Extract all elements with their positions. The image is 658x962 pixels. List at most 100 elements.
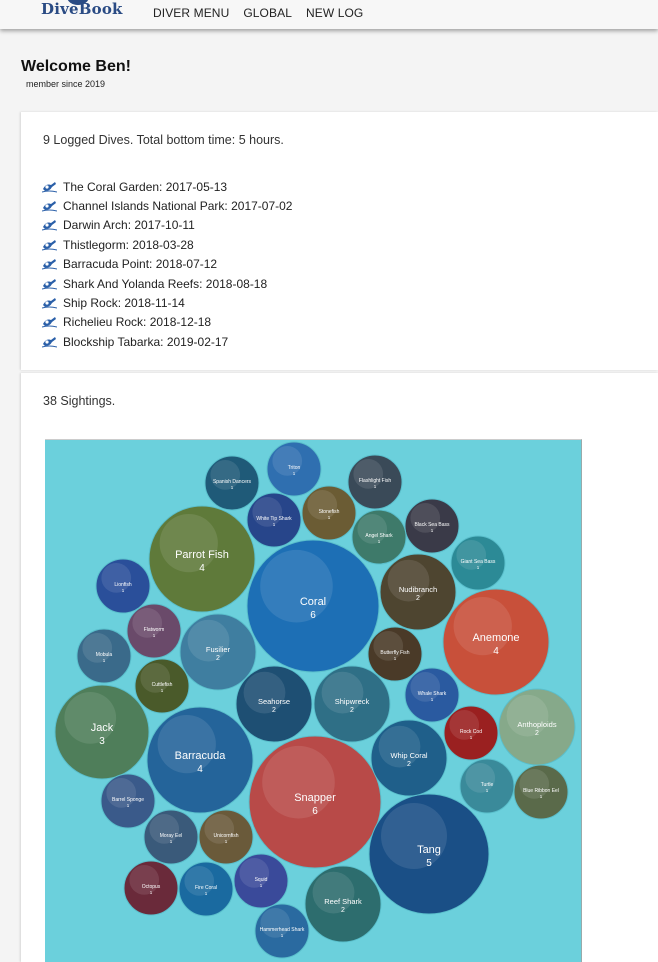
bubble-whale-shark[interactable]: Whale Shark1 — [404, 667, 460, 723]
bubble-count: 2 — [341, 907, 345, 914]
bubble-moray-eel[interactable]: Moray Eel1 — [143, 809, 199, 865]
bubble-spanish-dancers[interactable]: Spanish Dancers1 — [204, 455, 260, 511]
bubble-highlight — [210, 460, 241, 490]
bubble-octopus[interactable]: Octopus1 — [123, 860, 179, 916]
bubble-highlight — [101, 563, 132, 593]
bubble-highlight — [307, 490, 338, 520]
diver-icon — [42, 259, 57, 270]
bubble-unicornfish[interactable]: Unicornfish1 — [198, 809, 254, 865]
bubble-blue-ribbon-eel[interactable]: Blue Ribbon Eel1 — [513, 764, 569, 820]
bubble-reef-shark[interactable]: Reef Shark2 — [304, 865, 382, 943]
bubble-label: Reef Shark — [324, 897, 362, 906]
bubble-tang[interactable]: Tang 5 — [368, 793, 490, 915]
dive-list: The Coral Garden: 2017-05-13 Channel Isla… — [42, 177, 292, 352]
bubble-highlight — [410, 503, 441, 533]
bubble-angel-shark[interactable]: Angel Shark1 — [351, 509, 407, 565]
bubble-seahorse[interactable]: Seahorse2 — [235, 665, 313, 743]
bubble-highlight — [312, 871, 355, 914]
bubble-cuttlefish[interactable]: Cuttlefish1 — [134, 658, 190, 714]
bubble-highlight — [272, 446, 303, 476]
bubble-highlight — [410, 672, 441, 702]
bubble-chart-svg: Coral6 Snapper6Tang5 Parrot Fish4 Barracuda… — [54, 441, 576, 959]
page-title: Welcome Ben! — [21, 58, 131, 75]
bubble-highlight — [82, 633, 113, 663]
diver-icon — [42, 278, 57, 290]
bubble-label: Nudibranch — [399, 585, 437, 594]
bubble-butterfly-fish[interactable]: Butterfly Fish1 — [367, 626, 423, 682]
bubble-highlight — [157, 714, 216, 774]
bubble-triton[interactable]: Triton1 — [266, 441, 322, 497]
nav-new-log[interactable]: NEW LOG — [306, 6, 363, 20]
bubble-coral[interactable]: Coral 6 — [246, 539, 380, 673]
divebook-logo[interactable]: DiveBook — [41, 0, 123, 20]
bubble-shipwreck[interactable]: Shipwreck2 — [313, 665, 391, 743]
diver-icon — [42, 181, 57, 193]
bubble-highlight — [353, 459, 384, 489]
bubble-black-sea-bass[interactable]: Black Sea Bass1 — [404, 498, 460, 554]
dive-list-item[interactable]: Darwin Arch: 2017-10-11 — [42, 216, 292, 235]
dive-list-item[interactable]: Thistlegorm: 2018-03-28 — [42, 235, 292, 254]
dive-list-item[interactable]: Blockship Tabarka: 2019-02-17 — [42, 332, 292, 351]
bubble-highlight — [378, 725, 421, 768]
bubble-highlight — [252, 497, 283, 527]
bubble-highlight — [260, 908, 291, 938]
dive-list-item[interactable]: The Coral Garden: 2017-05-13 — [42, 177, 292, 196]
bubble-white-tip-shark[interactable]: White Tip Shark1 — [246, 492, 302, 548]
bubble-barrel-sponge[interactable]: Barrel Sponge1 — [100, 773, 156, 829]
dive-list-label: Shark And Yolanda Reefs: 2018-08-18 — [63, 276, 268, 291]
sightings-bubble-chart: Coral 6 Snapper 6 Tang 5 Parrot Fish 4 Barracuda… — [45, 439, 582, 962]
bubble-highlight — [184, 866, 215, 896]
bubble-stonefish[interactable]: Stonefish1 — [301, 485, 357, 541]
bubble-flatworm[interactable]: Flatworm1 — [126, 603, 182, 659]
bubble-highlight — [159, 513, 218, 573]
main-nav: DIVER MENU GLOBAL NEW LOG — [153, 6, 363, 20]
bubble-count: 2 — [216, 655, 220, 662]
bubble-highlight — [239, 858, 270, 888]
diver-icon — [42, 336, 57, 348]
bubble-lionfish[interactable]: Lionfish1 — [95, 558, 151, 614]
bubble-highlight — [187, 619, 230, 662]
bubble-anemone[interactable]: Anemone 4 — [442, 588, 550, 696]
bubble-label: Shipwreck — [335, 697, 370, 706]
bubble-squid[interactable]: Squid1 — [233, 853, 289, 909]
bubble-flashlight-fish[interactable]: Flashlight Fish1 — [347, 454, 403, 510]
nav-global[interactable]: GLOBAL — [243, 6, 292, 20]
bubble-count: 3 — [99, 736, 105, 747]
bubble-highlight — [387, 559, 430, 602]
bubble-highlight — [465, 763, 496, 793]
bubble-label: Anthoploids — [517, 720, 556, 729]
dive-list-item[interactable]: Shark And Yolanda Reefs: 2018-08-18 — [42, 274, 292, 293]
bubble-hammerhead-shark[interactable]: Hammerhead Shark1 — [254, 903, 310, 959]
bubble-turtle[interactable]: Turtle1 — [459, 758, 515, 814]
diver-icon — [42, 201, 57, 212]
bubble-anthoploids[interactable]: Anthoploids2 — [498, 688, 576, 766]
bubble-mobula[interactable]: Mobula1 — [76, 628, 132, 684]
sightings-summary: 38 Sightings. — [43, 394, 116, 408]
dive-list-item[interactable]: Richelieu Rock: 2018-12-18 — [42, 313, 292, 332]
dive-list-item[interactable]: Barracuda Point: 2018-07-12 — [42, 255, 292, 274]
bubble-count: 4 — [199, 563, 205, 574]
bubble-highlight — [456, 540, 487, 570]
bubble-highlight — [106, 778, 137, 808]
dive-list-item[interactable]: Channel Islands National Park: 2017-07-0… — [42, 196, 292, 215]
bubble-label: Snapper — [294, 792, 336, 804]
bubble-highlight — [149, 814, 180, 844]
bubble-label: Whip Coral — [390, 751, 427, 760]
dive-list-item[interactable]: Ship Rock: 2018-11-14 — [42, 293, 292, 312]
bubble-highlight — [449, 710, 480, 740]
bubble-highlight — [453, 596, 512, 656]
bubble-fire-coral[interactable]: Fire Coral1 — [178, 861, 234, 917]
bubble-whip-coral[interactable]: Whip Coral2 — [370, 719, 448, 797]
bubble-count: 2 — [535, 730, 539, 737]
bubble-nudibranch[interactable]: Nudibranch2 — [379, 553, 457, 631]
bubble-snapper[interactable]: Snapper 6 — [248, 735, 382, 869]
bubble-jack[interactable]: Jack 3 — [54, 684, 150, 780]
top-navbar: DiveBook DIVER MENU GLOBAL NEW LOG — [0, 0, 658, 29]
bubble-giant-sea-bass[interactable]: Giant Sea Bass1 — [450, 535, 506, 591]
bubble-parrot-fish[interactable]: Parrot Fish 4 — [148, 505, 256, 613]
bubble-fusilier[interactable]: Fusilier2 — [179, 613, 257, 691]
nav-diver-menu[interactable]: DIVER MENU — [153, 6, 229, 20]
bubble-rock-cod[interactable]: Rock Cod1 — [443, 705, 499, 761]
bubble-barracuda[interactable]: Barracuda 4 — [146, 706, 254, 814]
diver-icon — [42, 220, 57, 231]
